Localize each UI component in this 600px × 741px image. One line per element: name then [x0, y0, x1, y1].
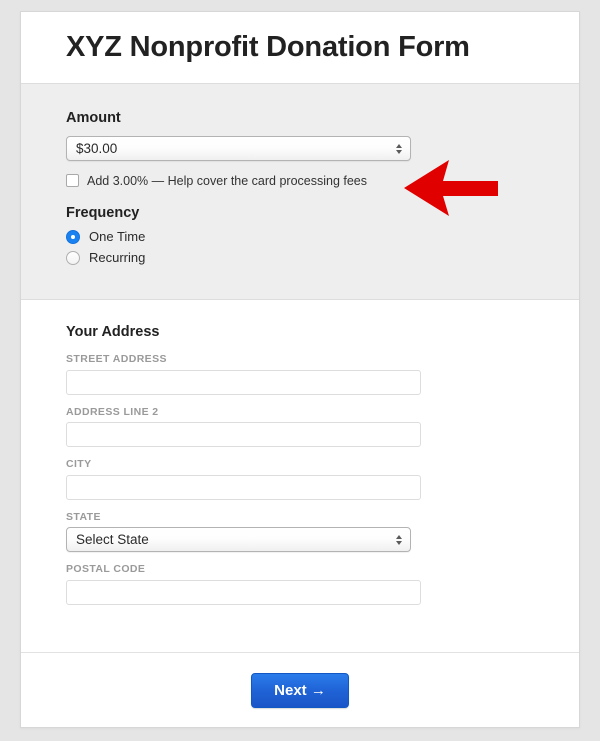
radio-one-time[interactable] [66, 230, 80, 244]
field-label-city: CITY [66, 459, 534, 470]
page-title: XYZ Nonprofit Donation Form [66, 33, 470, 62]
address-line-2-input[interactable] [66, 422, 421, 447]
field-label-street-address: STREET ADDRESS [66, 354, 534, 365]
frequency-option-recurring[interactable]: Recurring [66, 251, 534, 265]
fee-checkbox[interactable] [66, 174, 79, 187]
amount-frequency-section: Amount $30.00 Add 3.00% — Help cover the… [21, 84, 579, 300]
chevron-up-icon [396, 535, 402, 539]
frequency-heading: Frequency [66, 205, 534, 222]
radio-one-time-label: One Time [89, 230, 145, 243]
amount-select[interactable]: $30.00 [66, 136, 411, 161]
fee-checkbox-row[interactable]: Add 3.00% — Help cover the card processi… [66, 174, 534, 187]
donation-form-card: XYZ Nonprofit Donation Form Amount $30.0… [20, 11, 580, 728]
field-street-address: STREET ADDRESS [66, 354, 534, 395]
donation-form-page: XYZ Nonprofit Donation Form Amount $30.0… [0, 0, 600, 741]
stepper-arrows-icon [396, 144, 402, 154]
radio-recurring-label: Recurring [89, 251, 145, 264]
field-address-line-2: ADDRESS LINE 2 [66, 407, 534, 448]
postal-code-input[interactable] [66, 580, 421, 605]
stepper-arrows-icon [396, 535, 402, 545]
chevron-down-icon [396, 541, 402, 545]
field-postal-code: POSTAL CODE [66, 564, 534, 605]
state-select-value: Select State [67, 533, 149, 547]
amount-heading: Amount [66, 110, 534, 127]
field-state: STATE Select State [66, 512, 534, 553]
city-input[interactable] [66, 475, 421, 500]
street-address-input[interactable] [66, 370, 421, 395]
fee-checkbox-label: Add 3.00% — Help cover the card processi… [87, 175, 367, 188]
field-label-state: STATE [66, 512, 534, 523]
chevron-down-icon [396, 150, 402, 154]
frequency-option-one-time[interactable]: One Time [66, 230, 534, 244]
next-button[interactable]: Next → [251, 673, 349, 708]
radio-recurring[interactable] [66, 251, 80, 265]
field-label-postal-code: POSTAL CODE [66, 564, 534, 575]
form-header: XYZ Nonprofit Donation Form [21, 12, 579, 84]
chevron-up-icon [396, 144, 402, 148]
state-select[interactable]: Select State [66, 527, 411, 552]
address-section: Your Address STREET ADDRESS ADDRESS LINE… [21, 300, 579, 653]
field-city: CITY [66, 459, 534, 500]
field-label-address-line-2: ADDRESS LINE 2 [66, 407, 534, 418]
address-heading: Your Address [66, 324, 534, 341]
form-footer: Next → [21, 653, 579, 727]
amount-select-value: $30.00 [67, 142, 117, 156]
